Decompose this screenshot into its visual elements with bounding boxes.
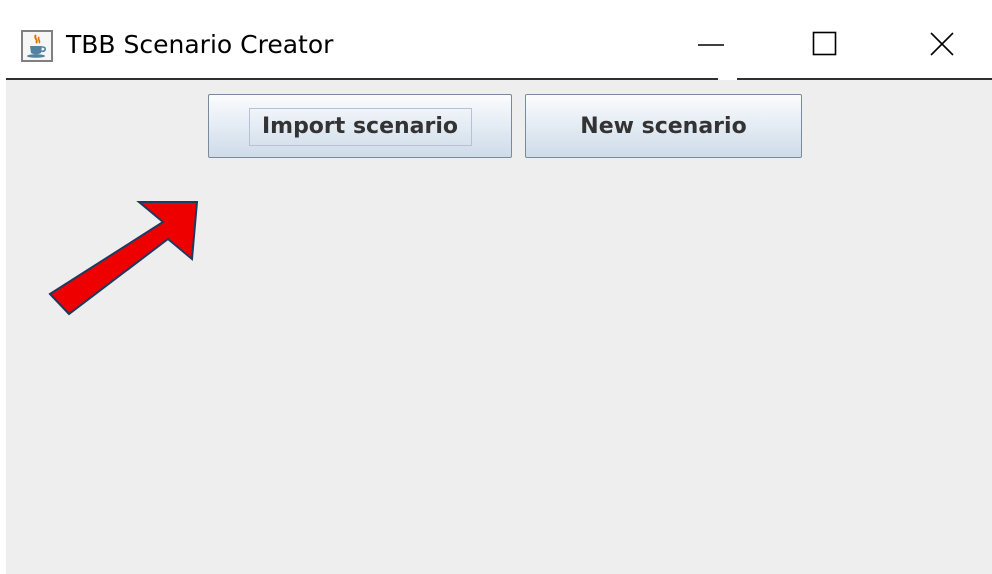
import-scenario-button[interactable]: Import scenario bbox=[208, 94, 512, 158]
import-scenario-label: Import scenario bbox=[261, 113, 459, 139]
maximize-button[interactable] bbox=[765, 0, 885, 80]
application-window: TBB Scenario Creator Import scenario New… bbox=[0, 0, 992, 574]
new-scenario-label: New scenario bbox=[580, 113, 747, 139]
close-icon bbox=[930, 32, 954, 56]
content-panel: Import scenario New scenario bbox=[6, 80, 992, 574]
close-button[interactable] bbox=[885, 0, 992, 80]
new-scenario-button[interactable]: New scenario bbox=[525, 94, 802, 158]
red-arrow-icon bbox=[48, 201, 199, 316]
window-title: TBB Scenario Creator bbox=[66, 30, 334, 59]
maximize-icon bbox=[812, 31, 837, 56]
minimize-icon bbox=[698, 44, 724, 46]
java-cup-icon[interactable] bbox=[21, 30, 53, 62]
title-bar[interactable]: TBB Scenario Creator bbox=[0, 0, 992, 80]
minimize-button[interactable] bbox=[645, 0, 765, 80]
